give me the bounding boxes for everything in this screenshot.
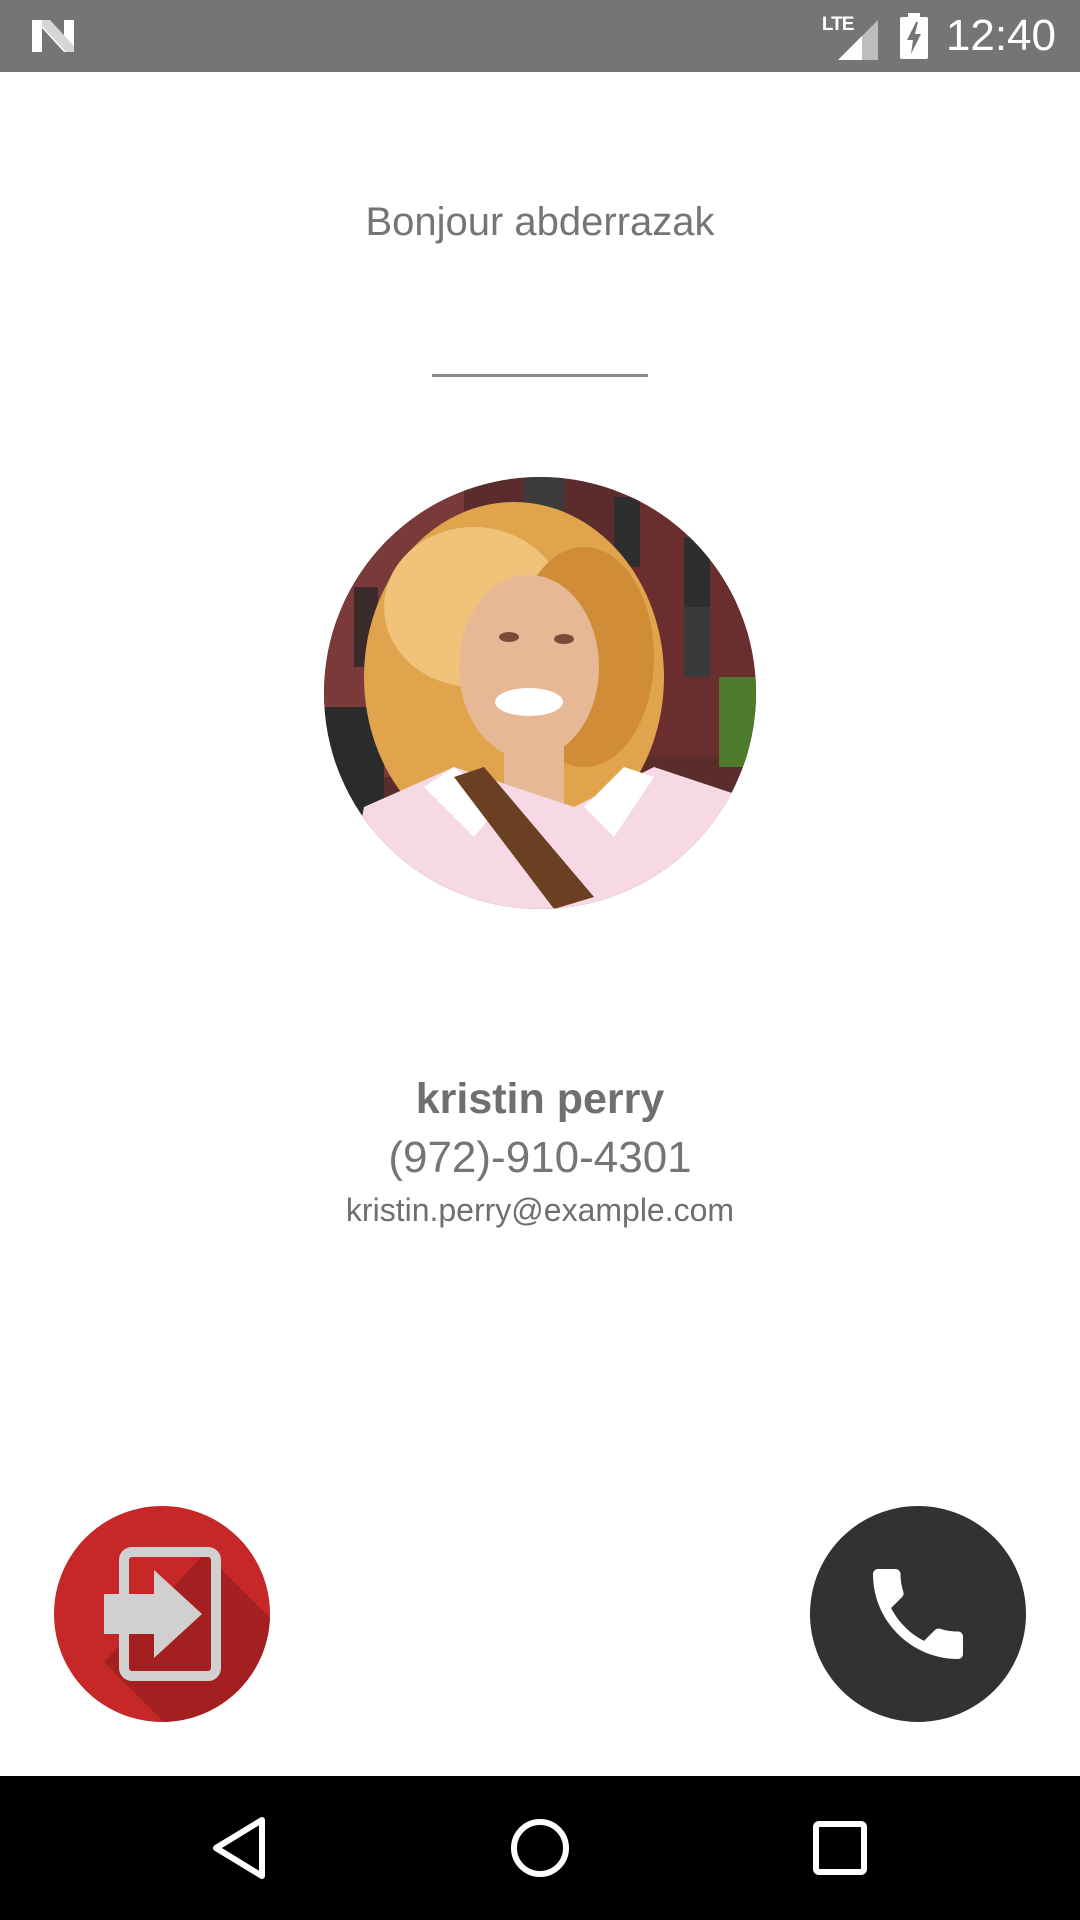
logout-button[interactable] — [54, 1506, 270, 1722]
exit-to-app-icon — [104, 1547, 270, 1722]
contact-email: kristin.perry@example.com — [345, 1192, 735, 1228]
back-icon[interactable] — [192, 1800, 288, 1896]
status-bar: LTE 12:40 — [0, 0, 1080, 72]
contact-phone: (972)-910-4301 — [388, 1133, 692, 1182]
contact-name: kristin perry — [415, 1075, 665, 1123]
avatar-photo — [324, 477, 756, 909]
contact-avatar — [324, 477, 756, 909]
n-logo-icon — [32, 20, 74, 52]
status-time: 12:40 — [945, 11, 1056, 60]
greeting-divider — [432, 374, 648, 377]
navigation-bar — [0, 1776, 1080, 1920]
status-indicators: LTE 12:40 — [820, 0, 1080, 72]
phone-icon — [873, 1569, 963, 1659]
greeting-text: Bonjour abderrazak — [365, 200, 715, 244]
call-button[interactable] — [810, 1506, 1026, 1722]
network-type-label: LTE — [821, 14, 855, 35]
battery-charging-icon — [899, 13, 928, 59]
network-indicator: LTE — [820, 12, 878, 60]
home-icon[interactable] — [492, 1800, 588, 1896]
recents-icon[interactable] — [792, 1800, 888, 1896]
